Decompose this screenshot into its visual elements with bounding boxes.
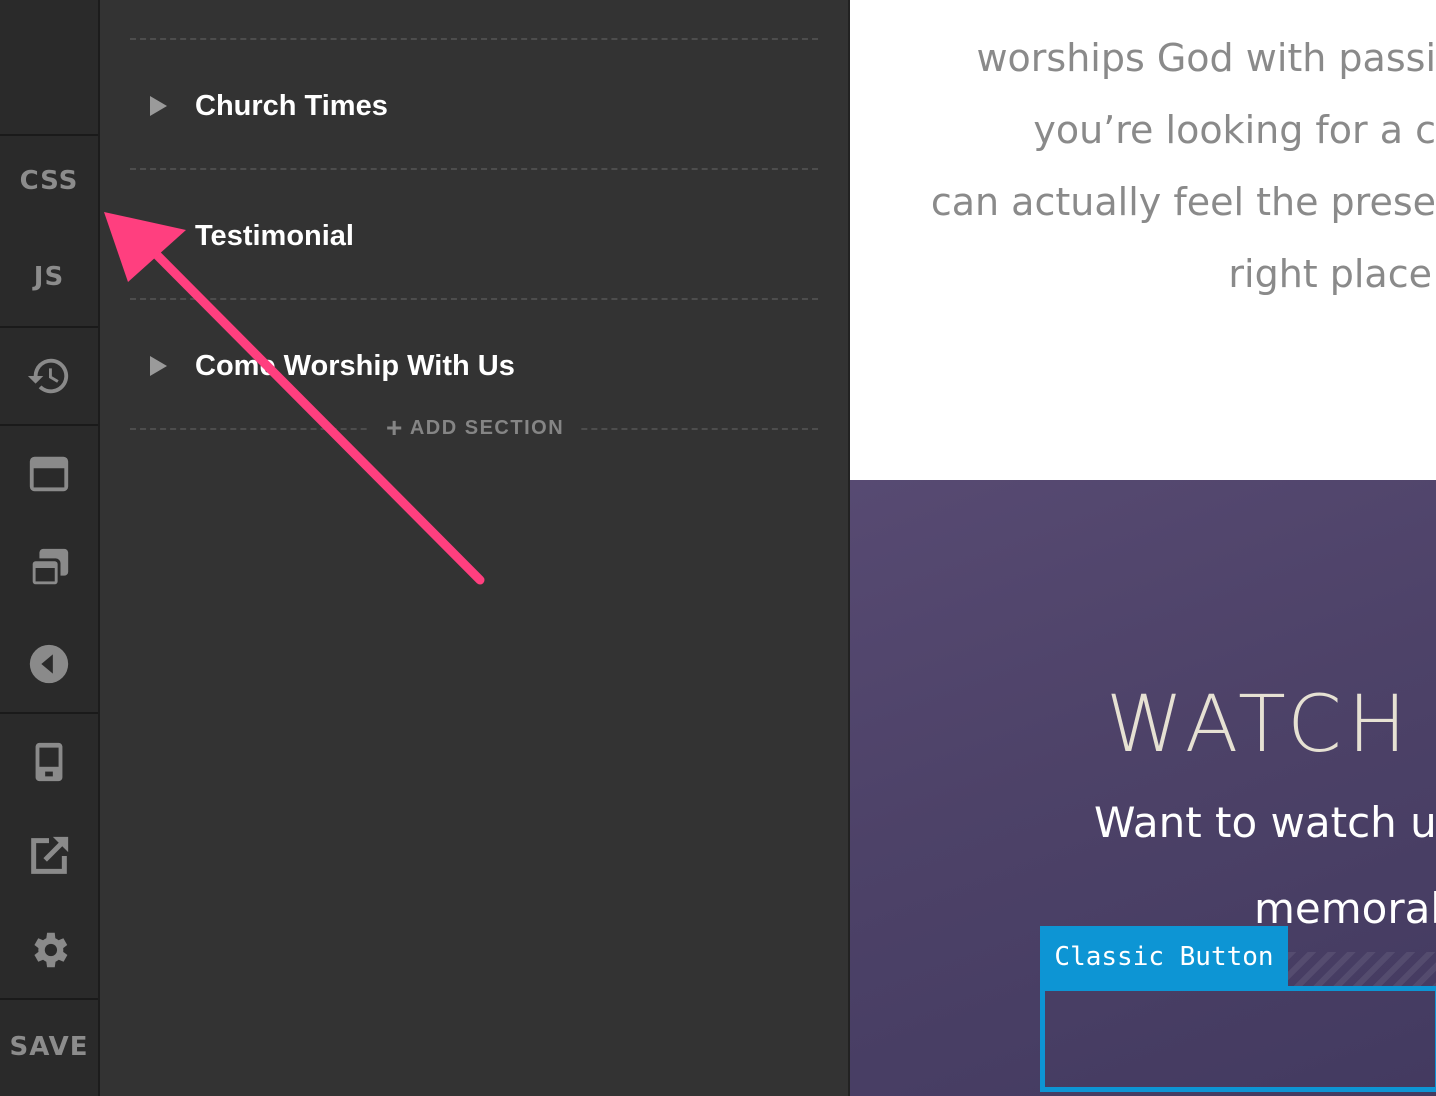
expand-triangle-icon[interactable]	[150, 356, 167, 376]
plus-icon: +	[386, 412, 404, 443]
section-church-times[interactable]: Church Times	[150, 86, 388, 126]
add-section-label: ADD SECTION	[409, 416, 565, 439]
preview-text-line: right place	[1228, 252, 1432, 296]
css-button[interactable]: CSS	[0, 166, 98, 196]
watch-subheading: Want to watch us	[1094, 798, 1436, 847]
icon-rail: CSS JS SAVE	[0, 0, 100, 1096]
section-label: Church Times	[195, 89, 388, 122]
section-come-worship[interactable]: Come Worship With Us	[150, 346, 515, 386]
preview-text-line: you’re looking for a c	[1033, 108, 1436, 152]
section-divider	[130, 168, 818, 170]
section-label: Come Worship With Us	[195, 349, 515, 382]
layers-icon[interactable]	[25, 544, 73, 592]
element-hatch	[1288, 952, 1436, 988]
classic-button-frame[interactable]	[1040, 986, 1436, 1092]
section-divider	[130, 298, 818, 300]
gear-icon[interactable]	[25, 926, 73, 974]
expand-triangle-icon[interactable]	[150, 96, 167, 116]
section-divider	[130, 38, 818, 40]
page-preview: worships God with passi you’re looking f…	[850, 0, 1436, 1096]
save-button[interactable]: SAVE	[0, 1032, 98, 1062]
sections-panel: Church Times Testimonial Come Worship Wi…	[100, 0, 850, 1096]
open-external-icon[interactable]	[25, 832, 73, 880]
watch-heading: WATCH	[1106, 680, 1413, 770]
rail-divider	[0, 326, 98, 328]
history-icon[interactable]	[25, 352, 73, 400]
rail-divider	[0, 712, 98, 714]
section-label: Testimonial	[195, 219, 354, 252]
back-icon[interactable]	[25, 640, 73, 688]
classic-button-tab[interactable]: Classic Button	[1040, 926, 1288, 988]
section-testimonial[interactable]: Testimonial	[150, 216, 354, 256]
mobile-preview-icon[interactable]	[25, 738, 73, 786]
preview-text-line: can actually feel the prese	[930, 180, 1436, 224]
rail-divider	[0, 134, 98, 136]
preview-text-line: worships God with passi	[976, 36, 1436, 80]
rail-divider	[0, 424, 98, 426]
rail-divider	[0, 998, 98, 1000]
expand-triangle-icon[interactable]	[150, 226, 167, 246]
js-button[interactable]: JS	[0, 262, 98, 292]
add-section-button[interactable]: + ADD SECTION	[370, 412, 581, 443]
layout-icon[interactable]	[25, 450, 73, 498]
